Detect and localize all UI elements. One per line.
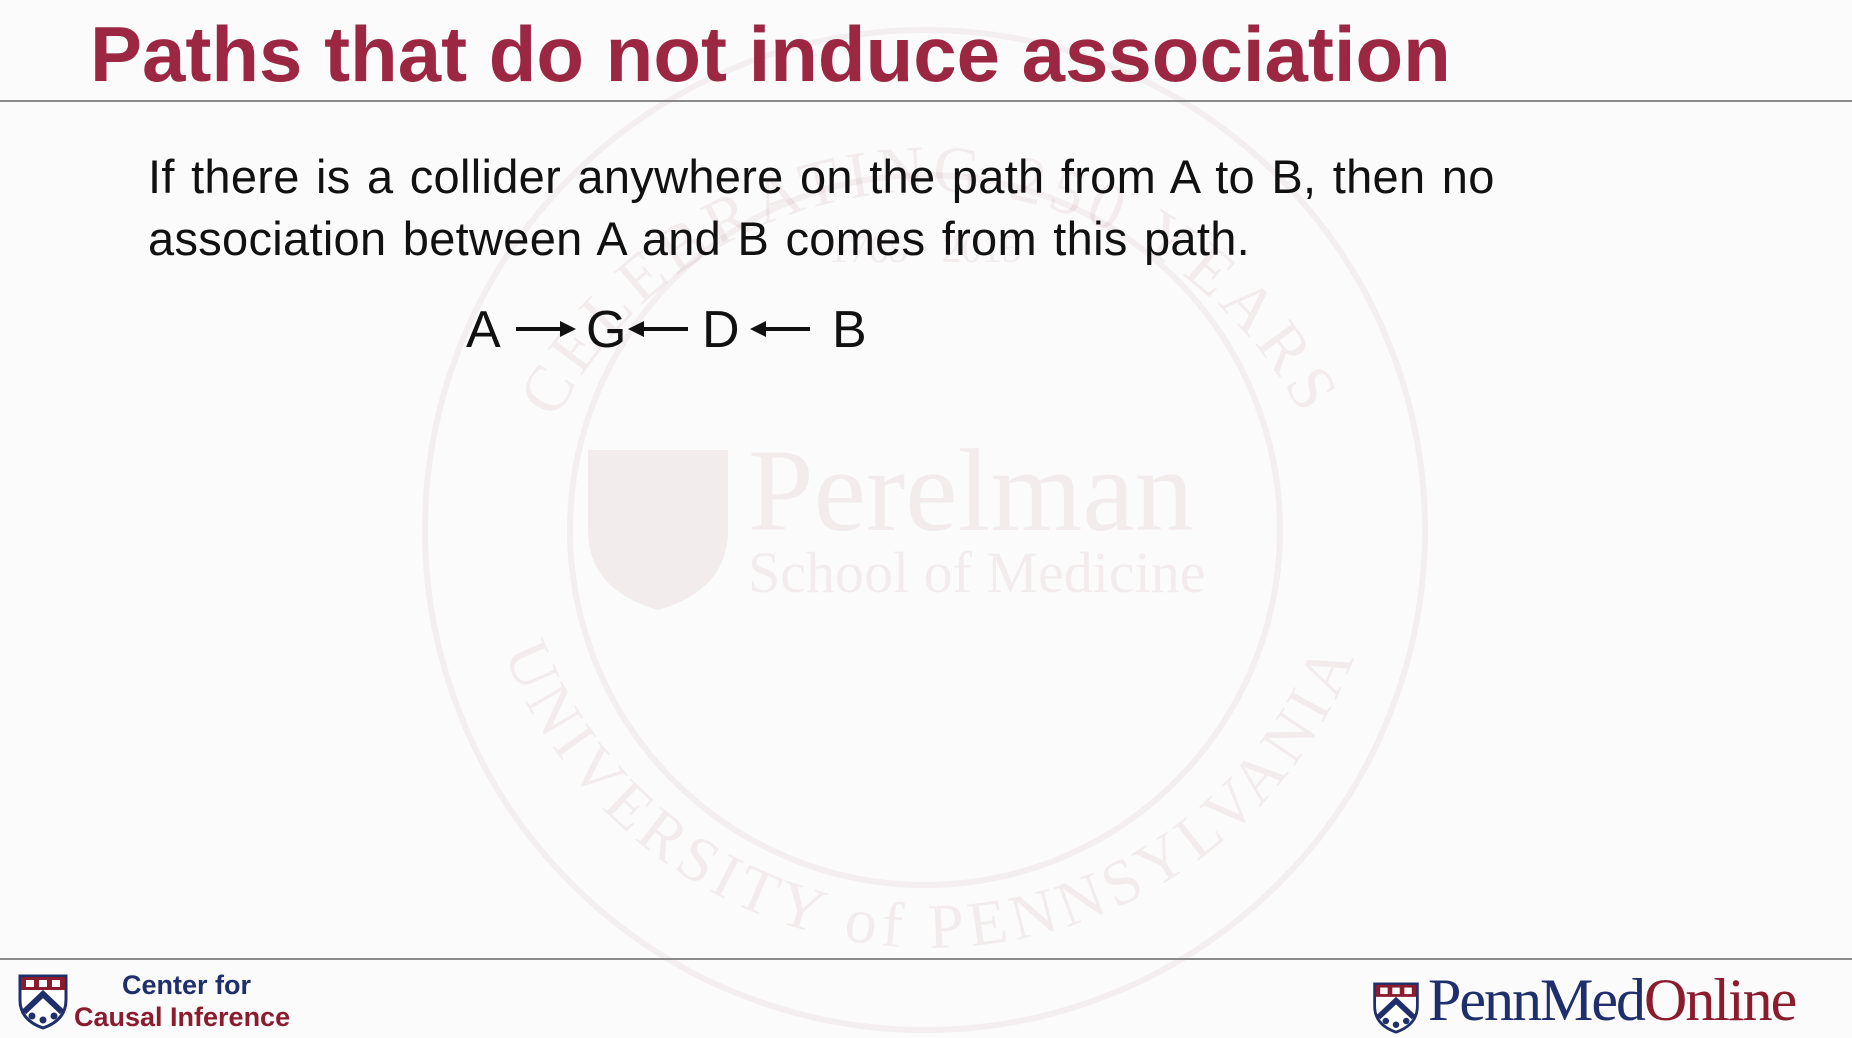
body-line-2: association between A and B comes from t… (148, 212, 1251, 265)
node-a: A (466, 301, 501, 359)
body-line-1: If there is a collider anywhere on the p… (148, 150, 1495, 203)
arrow-left-icon (750, 321, 810, 337)
ccie-logo-line2: Causal Inference (74, 1002, 291, 1032)
penn-shield-icon (18, 974, 68, 1030)
node-g: G (586, 301, 627, 359)
arrow-right-icon (516, 321, 576, 337)
watermark-university: UNIVERSITY of PENNSYLVANIA (490, 630, 1363, 963)
ccie-logo: Center for Causal Inference (18, 968, 338, 1032)
watermark-name: Perelman (748, 425, 1194, 556)
node-d: D (702, 301, 740, 359)
watermark-school: School of Medicine (748, 540, 1205, 605)
pennmedonline-logo: PennMedOnline (1372, 967, 1842, 1034)
wordmark-online: Online (1643, 967, 1797, 1033)
ccie-logo-line1: Center for (122, 970, 252, 1000)
svg-text:UNIVERSITY of PENNSYLVANIA: UNIVERSITY of PENNSYLVANIA (490, 630, 1369, 963)
wordmark-pennmed: PennMed (1428, 967, 1646, 1033)
slide-body: If there is a collider anywhere on the p… (148, 146, 1708, 270)
pennmedonline-wordmark: PennMedOnline (1428, 966, 1797, 1035)
slide-title: Paths that do not induce association (90, 10, 1451, 98)
perelman-seal-shield-icon (588, 450, 728, 610)
arrow-left-icon (628, 321, 688, 337)
penn-shield-icon (1373, 982, 1419, 1034)
title-divider (0, 100, 1852, 102)
node-b: B (832, 301, 867, 359)
collider-path-diagram: A G D B (460, 295, 900, 365)
footer-divider (0, 958, 1852, 960)
